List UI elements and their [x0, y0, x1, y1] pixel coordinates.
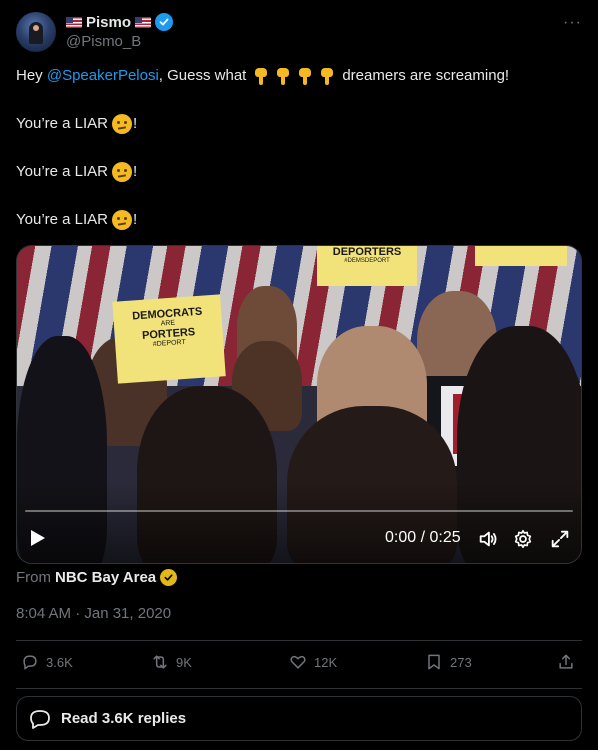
- like-button[interactable]: 12K: [288, 652, 337, 672]
- thinking-face-emoji-icon: [112, 210, 133, 230]
- video-progress-bar[interactable]: [25, 510, 573, 512]
- name-row: Pismo: [66, 12, 174, 32]
- protest-sign: DEMOCRATS ARE PORTERS #DEPORT: [112, 294, 226, 384]
- read-replies-label: Read 3.6K replies: [61, 710, 187, 727]
- comment-bubble-icon: [30, 709, 50, 729]
- reply-count: 3.6K: [46, 654, 73, 670]
- verified-badge-icon: [155, 13, 174, 31]
- pointing-down-emoji-icon: [296, 66, 314, 86]
- bookmark-icon: [428, 654, 440, 670]
- us-flag-icon: [135, 16, 152, 28]
- thinking-face-emoji-icon: [112, 114, 133, 134]
- reply-icon: [23, 655, 37, 670]
- exclamation: !: [133, 115, 138, 132]
- video-frame: DEMOCRATS ARE PORTERS #DEPORT DEPORTERS …: [17, 246, 581, 563]
- fullscreen-icon[interactable]: [549, 528, 571, 550]
- from-label: From: [16, 569, 51, 586]
- settings-gear-icon[interactable]: [512, 528, 534, 550]
- liar-text: You’re a LIAR: [16, 211, 109, 228]
- bookmark-button[interactable]: 273: [424, 652, 472, 672]
- pointing-down-emoji-icon: [274, 66, 292, 86]
- more-options-icon[interactable]: ···: [563, 14, 582, 32]
- retweet-icon: [153, 655, 167, 669]
- reply-button[interactable]: 3.6K: [20, 652, 73, 672]
- divider: [16, 640, 582, 641]
- source-attribution: From NBC Bay Area: [16, 569, 178, 586]
- mention-link[interactable]: @SpeakerPelosi: [47, 66, 159, 86]
- protest-sign: DEPORTERS #DEMSDEPORT: [317, 246, 417, 286]
- text-suffix: dreamers are screaming!: [342, 67, 510, 84]
- protest-sign: [475, 246, 567, 266]
- text-prefix: Hey: [16, 67, 47, 84]
- bookmark-count: 273: [450, 654, 472, 670]
- tweet-line-4: You’re a LIAR !: [16, 210, 582, 230]
- pointing-down-emoji-icon: [252, 66, 270, 86]
- gold-verified-badge-icon: [160, 569, 178, 586]
- video-player[interactable]: DEMOCRATS ARE PORTERS #DEPORT DEPORTERS …: [16, 245, 582, 564]
- share-icon: [559, 654, 573, 669]
- heart-icon: [290, 655, 306, 669]
- text-mid: , Guess what: [158, 67, 247, 84]
- play-icon[interactable]: [31, 530, 45, 546]
- liar-text: You’re a LIAR: [16, 163, 109, 180]
- tweet-timestamp[interactable]: 8:04 AM · Jan 31, 2020: [16, 605, 171, 622]
- tweet-text: Hey @SpeakerPelosi , Guess what dreamers…: [16, 66, 582, 258]
- tweet-line-2: You’re a LIAR !: [16, 114, 582, 134]
- retweet-count: 9K: [176, 654, 192, 670]
- handle[interactable]: @Pismo_B: [66, 33, 141, 50]
- tweet-line-3: You’re a LIAR !: [16, 162, 582, 182]
- pointing-down-emoji-icon: [318, 66, 336, 86]
- read-replies-button[interactable]: Read 3.6K replies: [16, 696, 582, 741]
- volume-icon[interactable]: [477, 528, 499, 550]
- retweet-button[interactable]: 9K: [150, 652, 192, 672]
- avatar[interactable]: [16, 12, 56, 52]
- thinking-face-emoji-icon: [112, 162, 133, 182]
- liar-text: You’re a LIAR: [16, 115, 109, 132]
- like-count: 12K: [314, 654, 338, 670]
- exclamation: !: [133, 163, 138, 180]
- tweet-header: Pismo @Pismo_B ···: [16, 12, 582, 52]
- us-flag-icon: [66, 16, 82, 28]
- source-name-link[interactable]: NBC Bay Area: [55, 569, 156, 586]
- video-time: 0:00 / 0:25: [385, 529, 461, 546]
- tweet-line-1: Hey @SpeakerPelosi , Guess what dreamers…: [16, 66, 582, 86]
- exclamation: !: [133, 211, 138, 228]
- action-bar: 3.6K 9K 12K 273: [16, 652, 582, 676]
- display-name[interactable]: Pismo: [86, 14, 131, 31]
- video-controls: 0:00 / 0:25: [17, 524, 581, 554]
- share-button[interactable]: [556, 652, 576, 672]
- divider: [16, 688, 582, 689]
